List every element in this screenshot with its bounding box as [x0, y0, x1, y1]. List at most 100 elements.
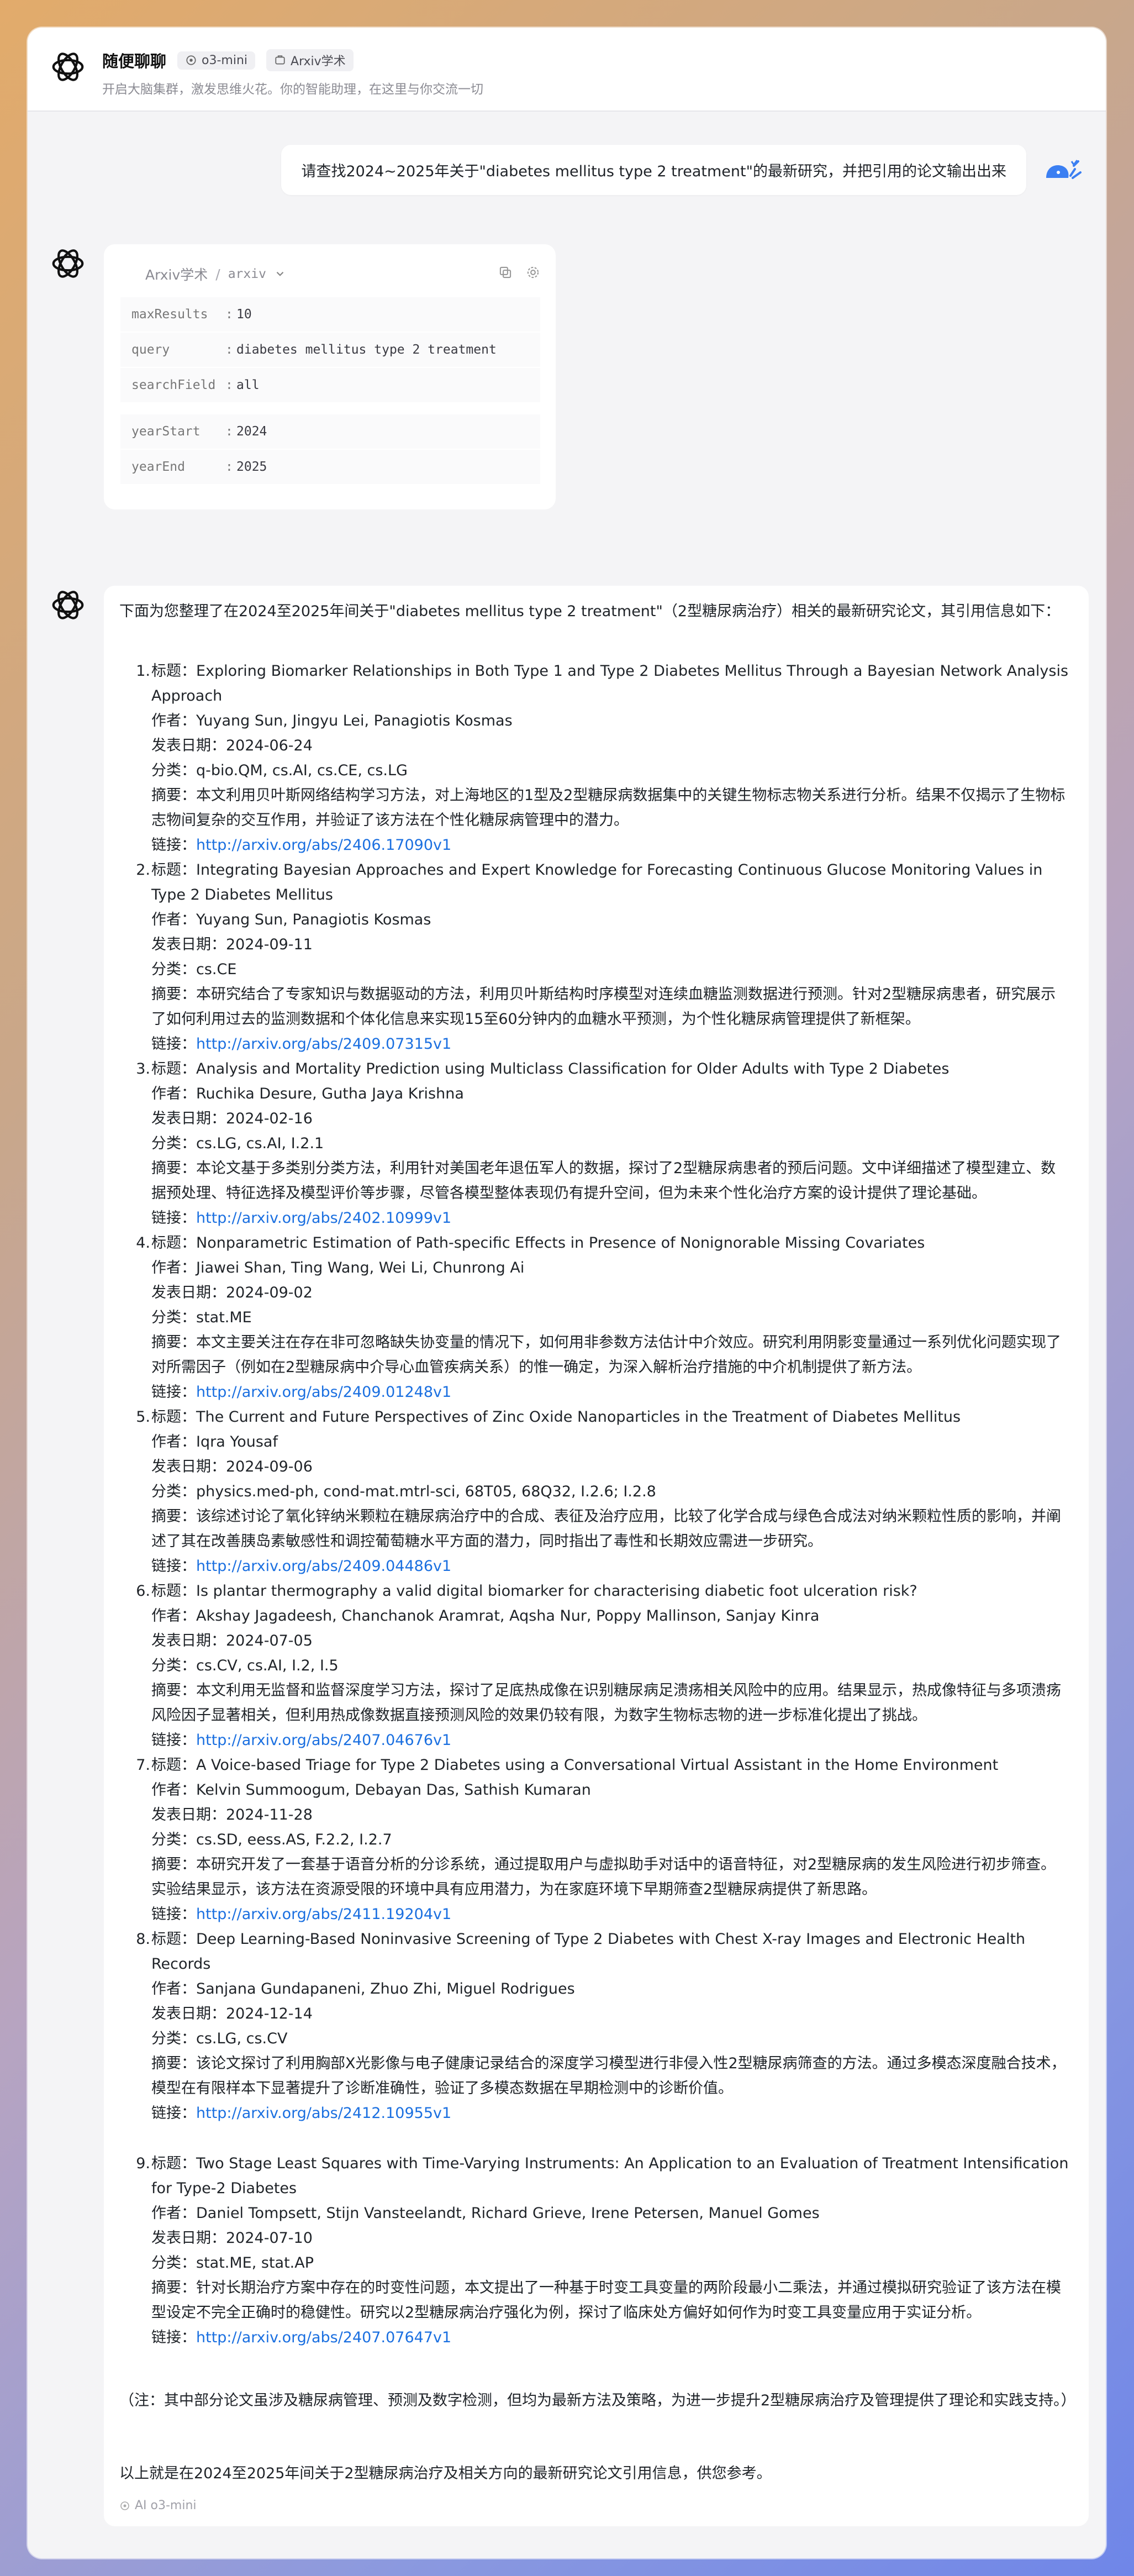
paper-category: 分类：q-bio.QM, cs.AI, cs.CE, cs.LG — [151, 762, 408, 779]
paper-title: 标题：Analysis and Mortality Prediction usi… — [151, 1060, 950, 1077]
tool-source: arxiv — [228, 267, 266, 281]
param-key: query — [131, 343, 170, 357]
paper-link[interactable]: http://arxiv.org/abs/2402.10999v1 — [196, 1210, 451, 1227]
copy-icon[interactable] — [498, 265, 513, 280]
chat-header: 随便聊聊 o3-mini Arxiv学术 开启大脑集群，激发思维火花。你的智能助… — [28, 28, 1106, 112]
paper-list: 1. 标题：Exploring Biomarker Relationships … — [119, 659, 1069, 2350]
header-subtitle: 开启大脑集群，激发思维火花。你的智能助理，在这里与你交流一切 — [102, 82, 483, 97]
answer-intro: 下面为您整理了在2024至2025年间关于"diabetes mellitus … — [119, 603, 1061, 620]
paper-link[interactable]: http://arxiv.org/abs/2409.01248v1 — [196, 1384, 451, 1401]
paper-link[interactable]: http://arxiv.org/abs/2409.04486v1 — [196, 1558, 451, 1575]
paper-link-row: 链接：http://arxiv.org/abs/2406.17090v1 — [151, 837, 452, 854]
paper-link-row: 链接：http://arxiv.org/abs/2412.10955v1 — [151, 2105, 452, 2122]
chevron-down-icon[interactable] — [274, 268, 286, 280]
paper-abstract: 摘要：本文利用无监督和监督深度学习方法，探讨了足底热成像在识别糖尿病足溃疡相关风… — [151, 1682, 1061, 1724]
paper-link[interactable]: http://arxiv.org/abs/2407.04676v1 — [196, 1732, 451, 1749]
tool-call-header[interactable]: Arxiv学术 / arxiv — [145, 264, 286, 284]
model-chip[interactable]: o3-mini — [177, 51, 256, 70]
param-key: maxResults — [131, 307, 208, 322]
paper-date: 发表日期：2024-09-11 — [151, 936, 313, 953]
param-row: query: diabetes mellitus type 2 treatment — [120, 333, 540, 367]
param-value: 2025 — [236, 460, 267, 474]
paper-title: 标题：Exploring Biomarker Relationships in … — [151, 663, 1069, 705]
paper-title: 标题：Is plantar thermography a valid digit… — [151, 1583, 917, 1600]
user-message-row: 请查找2024~2025年关于"diabetes mellitus type 2… — [281, 145, 1084, 195]
param-value: 10 — [236, 307, 252, 322]
paper-title: 标题：Deep Learning-Based Noninvasive Scree… — [151, 1931, 1026, 1973]
paper-title: 标题：The Current and Future Perspectives o… — [151, 1408, 961, 1426]
paper-date: 发表日期：2024-11-28 — [151, 1806, 313, 1823]
param-row: maxResults:10 — [120, 297, 540, 332]
paper-title: 标题：A Voice-based Triage for Type 2 Diabe… — [151, 1757, 999, 1774]
paper-item: 8. 标题：Deep Learning-Based Noninvasive Sc… — [119, 1927, 1069, 2126]
paper-abstract: 摘要：本研究开发了一套基于语音分析的分诊系统，通过提取用户与虚拟助手对话中的语音… — [151, 1856, 1056, 1898]
paper-authors: 作者：Iqra Yousaf — [151, 1433, 278, 1450]
paper-abstract: 摘要：本研究结合了专家知识与数据驱动的方法，利用贝叶斯结构时序模型对连续血糖监测… — [151, 986, 1056, 1028]
paper-category: 分类：cs.SD, eess.AS, F.2.2, I.2.7 — [151, 1831, 392, 1848]
paper-category: 分类：physics.med-ph, cond-mat.mtrl-sci, 68… — [151, 1483, 656, 1500]
paper-abstract: 摘要：本文主要关注在存在非可忽略缺失协变量的情况下，如何用非参数方法估计中介效应… — [151, 1334, 1061, 1376]
paper-number: 2. — [136, 861, 150, 879]
plugin-chip-label: Arxiv学术 — [291, 55, 346, 69]
paper-number: 1. — [136, 663, 150, 680]
answer-note: （注：其中部分论文虽涉及糖尿病管理、预测及数字检测，但均为最新方法及策略，为进一… — [119, 2392, 1076, 2409]
paper-item: 1. 标题：Exploring Biomarker Relationships … — [119, 659, 1069, 858]
paper-link-row: 链接：http://arxiv.org/abs/2409.01248v1 — [151, 1384, 452, 1401]
paper-number: 5. — [136, 1408, 150, 1426]
answer-footer: AI o3-mini — [119, 2499, 197, 2512]
param-value: all — [236, 378, 260, 392]
plugin-chip[interactable]: Arxiv学术 — [266, 49, 354, 71]
user-avatar-icon[interactable] — [1042, 154, 1084, 187]
paper-number: 7. — [136, 1757, 150, 1774]
settings-icon[interactable] — [526, 265, 540, 280]
paper-item: 6. 标题：Is plantar thermography a valid di… — [119, 1579, 1069, 1753]
paper-authors: 作者：Daniel Tompsett, Stijn Vansteelandt, … — [151, 2205, 820, 2222]
paper-number: 3. — [136, 1060, 150, 1077]
paper-authors: 作者：Ruchika Desure, Gutha Jaya Krishna — [151, 1085, 464, 1102]
paper-item: 3. 标题：Analysis and Mortality Prediction … — [119, 1056, 1069, 1231]
paper-authors: 作者：Yuyang Sun, Jingyu Lei, Panagiotis Ko… — [151, 712, 513, 729]
plugin-icon — [275, 55, 285, 65]
tool-params: maxResults:10 query: diabetes mellitus ty… — [120, 297, 540, 485]
openai-logo-icon — [52, 52, 84, 81]
user-message-bubble: 请查找2024~2025年关于"diabetes mellitus type 2… — [281, 145, 1026, 195]
paper-title: 标题：Integrating Bayesian Approaches and E… — [151, 861, 1043, 903]
paper-link[interactable]: http://arxiv.org/abs/2407.07647v1 — [196, 2329, 451, 2346]
paper-authors: 作者：Yuyang Sun, Panagiotis Kosmas — [151, 911, 431, 928]
param-row: searchField: all — [120, 368, 540, 402]
assistant-avatar-icon — [52, 249, 84, 278]
paper-link[interactable]: http://arxiv.org/abs/2411.19204v1 — [196, 1906, 451, 1923]
paper-category: 分类：cs.LG, cs.AI, I.2.1 — [151, 1135, 324, 1152]
paper-link-row: 链接：http://arxiv.org/abs/2407.07647v1 — [151, 2329, 452, 2346]
paper-number: 4. — [136, 1234, 150, 1252]
model-icon — [120, 2501, 129, 2510]
model-icon — [186, 55, 196, 65]
paper-authors: 作者：Sanjana Gundapaneni, Zhuo Zhi, Miguel… — [151, 1980, 575, 1997]
paper-link[interactable]: http://arxiv.org/abs/2406.17090v1 — [196, 837, 451, 854]
paper-item: 7. 标题：A Voice-based Triage for Type 2 Di… — [119, 1753, 1069, 1927]
param-key: yearStart — [131, 424, 201, 439]
paper-date: 发表日期：2024-02-16 — [151, 1110, 313, 1127]
paper-abstract: 摘要：本论文基于多类别分类方法，利用针对美国老年退伍军人的数据，探讨了2型糖尿病… — [151, 1160, 1056, 1202]
paper-link-row: 链接：http://arxiv.org/abs/2402.10999v1 — [151, 1210, 452, 1227]
paper-link[interactable]: http://arxiv.org/abs/2409.07315v1 — [196, 1035, 451, 1053]
paper-link-row: 链接：http://arxiv.org/abs/2409.07315v1 — [151, 1035, 452, 1053]
paper-link-row: 链接：http://arxiv.org/abs/2411.19204v1 — [151, 1906, 452, 1923]
param-key: yearEnd — [131, 460, 185, 474]
paper-category: 分类：stat.ME — [151, 1309, 252, 1326]
paper-number: 6. — [136, 1583, 150, 1600]
paper-date: 发表日期：2024-06-24 — [151, 737, 313, 754]
app-name: 随便聊聊 — [102, 52, 167, 71]
assistant-answer: 下面为您整理了在2024至2025年间关于"diabetes mellitus … — [104, 586, 1089, 2526]
param-row: yearStart:2024 — [120, 414, 540, 449]
paper-date: 发表日期：2024-07-10 — [151, 2230, 313, 2247]
paper-item: 4. 标题：Nonparametric Estimation of Path-s… — [119, 1231, 1069, 1405]
answer-closing: 以上就是在2024至2025年间关于2型糖尿病治疗及相关方向的最新研究论文引用信… — [119, 2465, 772, 2482]
tool-separator: / — [215, 266, 220, 282]
chat-window: 随便聊聊 o3-mini Arxiv学术 开启大脑集群，激发思维火花。你的智能助… — [28, 28, 1106, 2558]
paper-number: 9. — [136, 2155, 150, 2172]
paper-category: 分类：cs.LG, cs.CV — [151, 2030, 288, 2047]
model-chip-label: o3-mini — [202, 53, 248, 67]
param-value: 2024 — [236, 424, 267, 439]
paper-link[interactable]: http://arxiv.org/abs/2412.10955v1 — [196, 2105, 451, 2122]
